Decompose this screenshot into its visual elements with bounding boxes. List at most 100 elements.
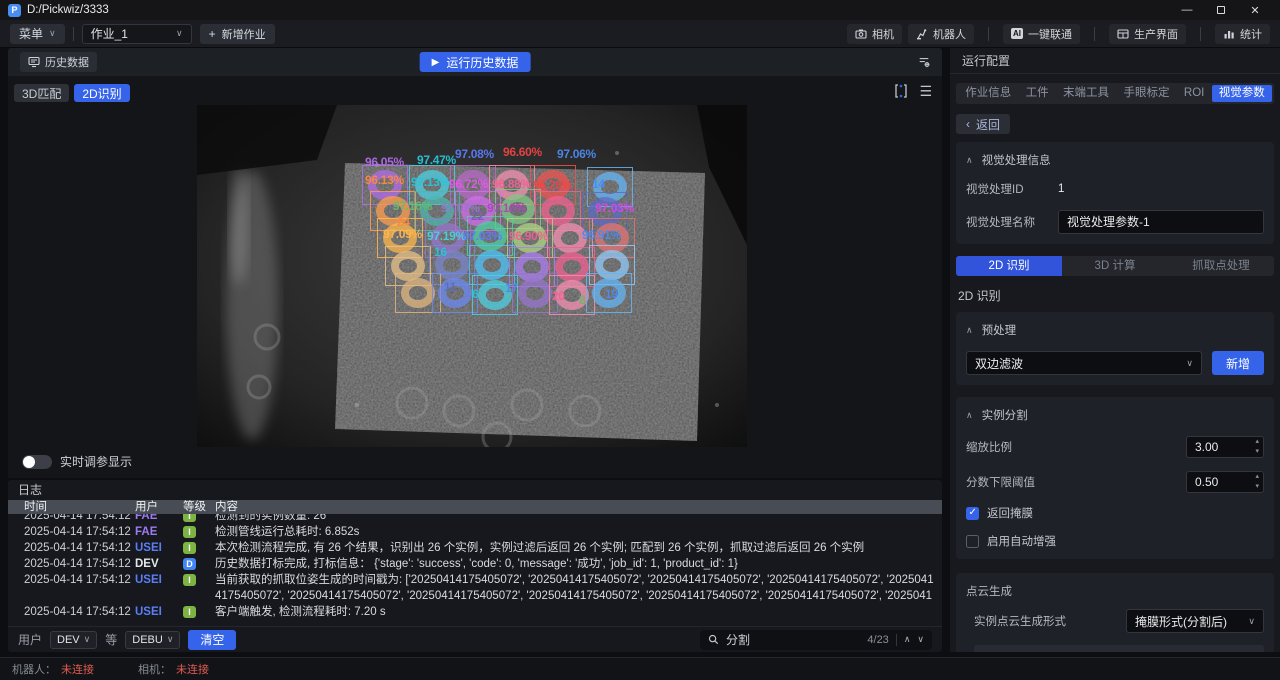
log-row[interactable]: 2025-04-14 17:54:12 USEI I 当前获取的抓取位姿生成的时… bbox=[8, 572, 942, 604]
auto-augment-checkbox[interactable] bbox=[966, 535, 979, 548]
log-time: 2025-04-14 17:54:12 bbox=[24, 556, 131, 572]
statusbar: 机器人： 未连接 相机： 未连接 bbox=[0, 657, 1280, 680]
spin-down-icon[interactable]: ▾ bbox=[1255, 448, 1259, 458]
spin-down-icon[interactable]: ▾ bbox=[1255, 483, 1259, 493]
level-filter-select[interactable]: DEBU ∨ bbox=[125, 631, 180, 649]
log-row[interactable]: 2025-04-14 17:54:12 USEI I 本次检测流程完成, 有 2… bbox=[8, 540, 942, 556]
stats-button[interactable]: 统计 bbox=[1215, 24, 1270, 44]
menu-button[interactable]: 菜单 ∨ bbox=[10, 24, 65, 44]
viewer-tabs: 3D匹配 2D识别 bbox=[14, 84, 130, 102]
search-prev-button[interactable]: ∧ bbox=[904, 635, 911, 644]
log-row[interactable]: 2025-04-14 17:54:12 FAE I 检测管线运行总耗时: 6.8… bbox=[8, 524, 942, 540]
divider bbox=[896, 634, 897, 646]
realtime-tuning-label: 实时调参显示 bbox=[60, 453, 132, 470]
chevron-down-icon: ∨ bbox=[49, 29, 56, 38]
collapse-icon[interactable]: ∧ bbox=[966, 410, 973, 421]
run-config-title: 运行配置 bbox=[950, 48, 1280, 74]
robot-button[interactable]: 机器人 bbox=[908, 24, 974, 44]
tab-workpiece[interactable]: 工件 bbox=[1018, 85, 1055, 102]
menu-list-icon[interactable]: ☰ bbox=[919, 84, 932, 98]
spin-up-icon[interactable]: ▴ bbox=[1255, 438, 1259, 448]
tab-hand-eye-calib[interactable]: 手眼标定 bbox=[1116, 85, 1176, 102]
log-level-badge: I bbox=[183, 514, 196, 522]
tab-grasp-point[interactable]: 抓取点处理 bbox=[1168, 256, 1274, 276]
config-tabs: 作业信息 工件 末端工具 手眼标定 ROI 视觉参数 bbox=[956, 83, 1274, 104]
filter-select[interactable]: 双边滤波 ∨ bbox=[966, 351, 1202, 375]
preprocess-card: ∧ 预处理 双边滤波 ∨ 新增 bbox=[956, 312, 1274, 385]
ai-icon: AI bbox=[1011, 28, 1023, 39]
divider bbox=[1094, 27, 1095, 41]
search-input[interactable]: 分割 bbox=[726, 631, 860, 648]
score-threshold-value: 0.50 bbox=[1195, 472, 1218, 493]
close-button[interactable]: ✕ bbox=[1238, 0, 1272, 20]
vision-name-input[interactable]: 视觉处理参数-1 bbox=[1058, 210, 1264, 234]
pointcloud-form-select[interactable]: 掩膜形式(分割后) ∨ bbox=[1126, 609, 1264, 633]
log-row[interactable]: 2025-04-14 17:54:12 FAE I 检测到的实例数量: 26 bbox=[8, 514, 942, 524]
user-filter-label: 用户 bbox=[18, 631, 42, 648]
tab-roi[interactable]: ROI bbox=[1177, 85, 1212, 102]
add-preprocess-button[interactable]: 新增 bbox=[1212, 351, 1264, 375]
job-select[interactable]: 作业_1 ∨ bbox=[82, 24, 192, 44]
camera-icon bbox=[855, 28, 867, 40]
log-user: DEV bbox=[135, 556, 159, 572]
back-button[interactable]: ‹ 返回 bbox=[956, 114, 1010, 134]
scale-spinner[interactable]: 3.00 ▴▾ bbox=[1186, 436, 1264, 458]
one-key-connect-label: 一键联通 bbox=[1028, 26, 1072, 42]
log-content: 本次检测流程完成, 有 26 个结果，识别出 26 个实例，实例过滤后返回 26… bbox=[215, 540, 936, 556]
log-level-badge: I bbox=[183, 542, 196, 554]
return-mask-checkbox[interactable] bbox=[966, 507, 979, 520]
new-job-button[interactable]: + 新增作业 bbox=[200, 24, 275, 44]
maximize-button[interactable] bbox=[1204, 0, 1238, 20]
log-title: 日志 bbox=[8, 480, 942, 500]
chevron-down-icon: ∨ bbox=[176, 29, 183, 38]
tab-3d-compute[interactable]: 3D 计算 bbox=[1062, 256, 1168, 276]
toggle-knob bbox=[23, 456, 35, 468]
return-mask-label: 返回掩膜 bbox=[987, 505, 1033, 521]
vision-info-title: 视觉处理信息 bbox=[982, 152, 1051, 168]
tab-3d-match[interactable]: 3D匹配 bbox=[14, 84, 69, 102]
clear-log-button[interactable]: 清空 bbox=[188, 630, 236, 650]
log-rows[interactable]: 2025-04-14 17:54:12 FAE I 检测到的实例数量: 26 2… bbox=[8, 514, 942, 626]
log-content: 检测到的实例数量: 26 bbox=[215, 514, 936, 524]
log-row[interactable]: 2025-04-14 17:54:12 DEV D 历史数据打标完成, 打标信息… bbox=[8, 556, 942, 572]
app-logo-icon: P bbox=[8, 4, 21, 17]
log-search-box[interactable]: 分割 4/23 ∧ ∨ bbox=[700, 630, 932, 650]
realtime-tuning-toggle[interactable] bbox=[22, 455, 52, 469]
log-col-time: 时间 bbox=[24, 500, 47, 514]
run-history-button[interactable]: ▶ 运行历史数据 bbox=[420, 52, 531, 72]
tab-job-info[interactable]: 作业信息 bbox=[958, 85, 1018, 102]
one-key-connect-button[interactable]: AI 一键联通 bbox=[1003, 24, 1080, 44]
job-select-value: 作业_1 bbox=[91, 25, 128, 42]
list-settings-icon[interactable] bbox=[918, 56, 930, 68]
log-row[interactable]: 2025-04-14 17:54:12 USEI I 客户端触发, 检测流程耗时… bbox=[8, 604, 942, 620]
minimize-button[interactable]: — bbox=[1170, 0, 1204, 20]
collapse-icon[interactable]: ∧ bbox=[966, 325, 973, 336]
history-data-label: 历史数据 bbox=[45, 54, 89, 70]
log-content: 历史数据打标完成, 打标信息： {'stage': 'success', 'co… bbox=[215, 556, 936, 572]
search-next-button[interactable]: ∨ bbox=[917, 635, 924, 644]
history-data-chip[interactable]: 历史数据 bbox=[20, 52, 97, 72]
tab-vision-params[interactable]: 视觉参数 bbox=[1212, 85, 1272, 102]
log-user: FAE bbox=[135, 514, 157, 524]
production-view-button[interactable]: 生产界面 bbox=[1109, 24, 1186, 44]
collapse-icon[interactable]: ∧ bbox=[966, 155, 973, 166]
tab-end-tool[interactable]: 末端工具 bbox=[1056, 85, 1116, 102]
user-filter-select[interactable]: DEV ∨ bbox=[50, 631, 97, 649]
flip-compare-icon[interactable] bbox=[893, 83, 909, 99]
search-match-count: 4/23 bbox=[867, 634, 888, 646]
app-window: P D:/Pickwiz/3333 — ✕ 菜单 ∨ 作业_1 ∨ + 新增作业 bbox=[0, 0, 1280, 680]
tab-2d-recognition[interactable]: 2D识别 bbox=[74, 84, 129, 102]
log-col-level: 等级 bbox=[183, 500, 206, 514]
camera-button[interactable]: 相机 bbox=[847, 24, 902, 44]
run-config-panel: 运行配置 作业信息 工件 末端工具 手眼标定 ROI 视觉参数 ‹ 返回 ∧ 视… bbox=[950, 48, 1280, 652]
chevron-down-icon: ∨ bbox=[84, 635, 91, 644]
camera-image[interactable]: 96.05%97.47%97.08%96.60%97.06%96.13%97.1… bbox=[197, 105, 747, 447]
score-threshold-spinner[interactable]: 0.50 ▴▾ bbox=[1186, 471, 1264, 493]
detection-layer: 96.05%97.47%97.08%96.60%97.06%96.13%97.1… bbox=[197, 105, 747, 447]
tab-2d-recog[interactable]: 2D 识别 bbox=[956, 256, 1062, 276]
log-col-content: 内容 bbox=[215, 500, 238, 514]
back-label: 返回 bbox=[976, 116, 1000, 133]
spin-up-icon[interactable]: ▴ bbox=[1255, 473, 1259, 483]
pointcloud-card: 点云生成 实例点云生成形式 掩膜形式(分割后) ∨ 点云生成-包围盒缩放比例(分… bbox=[956, 573, 1274, 652]
history-header: 历史数据 ▶ 运行历史数据 bbox=[8, 48, 942, 76]
